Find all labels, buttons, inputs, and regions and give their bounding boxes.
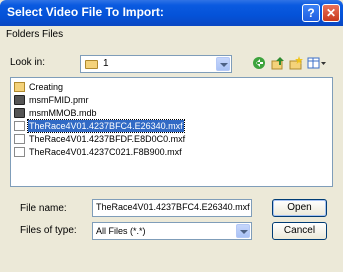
chevron-down-icon[interactable] [236, 224, 250, 238]
chevron-down-icon[interactable] [216, 57, 230, 71]
look-in-label: Look in: [10, 57, 46, 68]
file-type-dropdown[interactable]: All Files (*.*) [92, 222, 252, 240]
close-button[interactable]: ✕ [322, 4, 340, 22]
file-name-input[interactable]: TheRace4V01.4237BFC4.E26340.mxf [92, 199, 252, 217]
open-button[interactable]: Open [272, 199, 327, 217]
dialog-title: Select Video File To Import: [7, 5, 164, 19]
folder-icon [85, 60, 98, 69]
file-icon [14, 134, 25, 144]
look-in-value: 1 [103, 58, 109, 69]
help-button[interactable]: ? [302, 4, 320, 22]
menu-files[interactable]: Files [42, 29, 63, 40]
cancel-button[interactable]: Cancel [272, 222, 327, 240]
folder-icon [14, 82, 25, 92]
menu-folders[interactable]: Folders [6, 29, 39, 40]
file-type-value: All Files (*.*) [96, 226, 146, 236]
database-icon [14, 108, 25, 118]
file-icon [14, 147, 25, 157]
file-list[interactable]: Creating msmFMID.pmr msmMMOB.mdb TheRace… [10, 77, 333, 187]
file-icon [14, 121, 25, 131]
database-icon [14, 95, 25, 105]
file-dialog-window: Select Video File To Import: ? ✕ Folders… [0, 0, 343, 272]
title-bar[interactable]: Select Video File To Import: ? ✕ [0, 0, 343, 26]
file-type-label: Files of type: [20, 225, 77, 236]
back-icon[interactable] [252, 56, 266, 70]
menu-bar: Folders Files [0, 28, 343, 42]
view-menu-icon[interactable] [307, 56, 327, 70]
file-name-label: File name: [20, 203, 67, 214]
new-folder-icon[interactable] [289, 56, 303, 70]
look-in-dropdown[interactable]: 1 [80, 55, 232, 73]
up-folder-icon[interactable] [271, 56, 285, 70]
